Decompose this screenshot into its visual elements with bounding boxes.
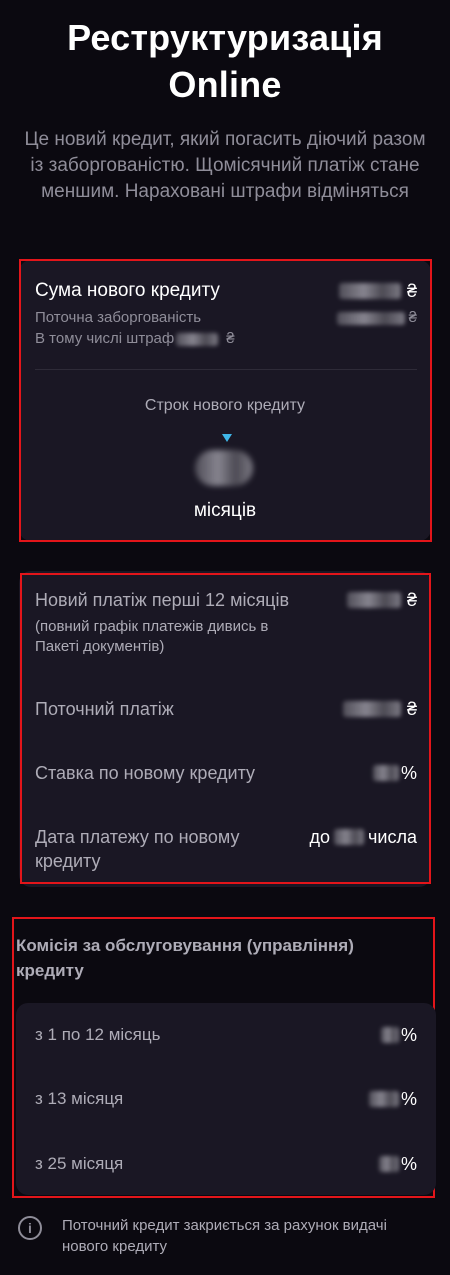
currency-sign: ₴ xyxy=(408,309,417,326)
current-debt-value: ₴ xyxy=(336,308,417,328)
months-label: місяців xyxy=(193,500,257,521)
rate-value: % xyxy=(372,761,417,785)
rate-row: Ставка по новому кредиту % xyxy=(35,761,417,785)
percent-sign: % xyxy=(400,763,417,783)
blurred-amount xyxy=(176,332,219,346)
page-subtitle: Це новий кредит, який погасить діючий ра… xyxy=(24,129,426,202)
blurred-amount xyxy=(336,311,405,325)
payment-date-suffix: числа xyxy=(368,827,417,847)
footer-note: Поточний кредит закриється за рахунок ви… xyxy=(62,1217,387,1255)
commission-value: % xyxy=(368,1087,417,1111)
blurred-day xyxy=(334,829,365,845)
commission-period-label: з 13 місяця xyxy=(35,1089,124,1108)
current-debt-row: Поточна заборгованість ₴ xyxy=(35,308,417,328)
commission-period-label: з 25 місяця xyxy=(35,1154,124,1173)
fine-row: В тому числі штраф ₴ xyxy=(35,329,235,349)
card-divider xyxy=(35,369,417,370)
term-label: Строк нового кредиту xyxy=(144,397,306,414)
blurred-rate xyxy=(378,1156,399,1172)
blurred-rate xyxy=(380,1027,399,1043)
blurred-rate xyxy=(372,765,399,781)
percent-sign: % xyxy=(400,1154,417,1174)
new-credit-sum-label: Сума нового кредиту xyxy=(35,280,220,301)
page-title-line2: Online xyxy=(168,64,282,105)
info-icon: i xyxy=(18,1216,42,1240)
new-payment-note: (повний графік платежів дивись в Пакеті … xyxy=(35,618,269,655)
page-title: Реструктуризація Online xyxy=(0,14,450,108)
payment-date-value: до числа xyxy=(310,825,417,849)
current-payment-row: Поточний платіж ₴ xyxy=(35,697,417,721)
commission-title: Комісія за обслуговування (управління) к… xyxy=(16,936,354,980)
commission-row: з 13 місяця % xyxy=(35,1087,417,1111)
payment-date-row: Дата платежу по новому кредиту до числа xyxy=(35,825,417,873)
percent-sign: % xyxy=(400,1089,417,1109)
page-title-line1: Реструктуризація xyxy=(67,17,383,58)
current-payment-value: ₴ xyxy=(342,697,417,721)
payment-date-label: Дата платежу по новому кредиту xyxy=(35,827,240,871)
commission-row: з 1 по 12 місяць % xyxy=(35,1023,417,1047)
rate-label: Ставка по новому кредиту xyxy=(35,763,256,783)
commission-value: % xyxy=(378,1152,417,1176)
commission-row: з 25 місяця % xyxy=(35,1152,417,1176)
blurred-amount xyxy=(346,592,401,608)
blurred-amount xyxy=(338,283,401,299)
currency-sign: ₴ xyxy=(406,699,417,719)
currency-sign: ₴ xyxy=(406,590,417,610)
currency-sign: ₴ xyxy=(226,330,235,347)
percent-sign: % xyxy=(400,1025,417,1045)
blurred-amount xyxy=(342,701,401,717)
term-picker-pointer-icon xyxy=(222,434,232,442)
payment-date-prefix: до xyxy=(309,827,331,847)
blurred-rate xyxy=(368,1091,399,1107)
fine-text: В тому числі штраф ₴ xyxy=(35,329,235,349)
current-debt-label: Поточна заборгованість xyxy=(35,309,202,326)
commission-value: % xyxy=(380,1023,417,1047)
commission-period-label: з 1 по 12 місяць xyxy=(35,1025,161,1044)
new-credit-sum-row: Сума нового кредиту ₴ xyxy=(35,279,417,303)
fine-label: В тому числі штраф xyxy=(35,330,175,347)
new-payment-label: Новий платіж перші 12 місяців xyxy=(35,590,290,610)
term-picker[interactable] xyxy=(195,450,259,492)
new-credit-sum-value: ₴ xyxy=(338,279,417,303)
blurred-term-value xyxy=(195,450,253,486)
new-payment-value: % ₴ xyxy=(346,588,417,612)
currency-sign: ₴ xyxy=(406,281,417,301)
current-payment-label: Поточний платіж xyxy=(35,699,174,719)
new-payment-row: Новий платіж перші 12 місяців % ₴ xyxy=(35,588,417,612)
